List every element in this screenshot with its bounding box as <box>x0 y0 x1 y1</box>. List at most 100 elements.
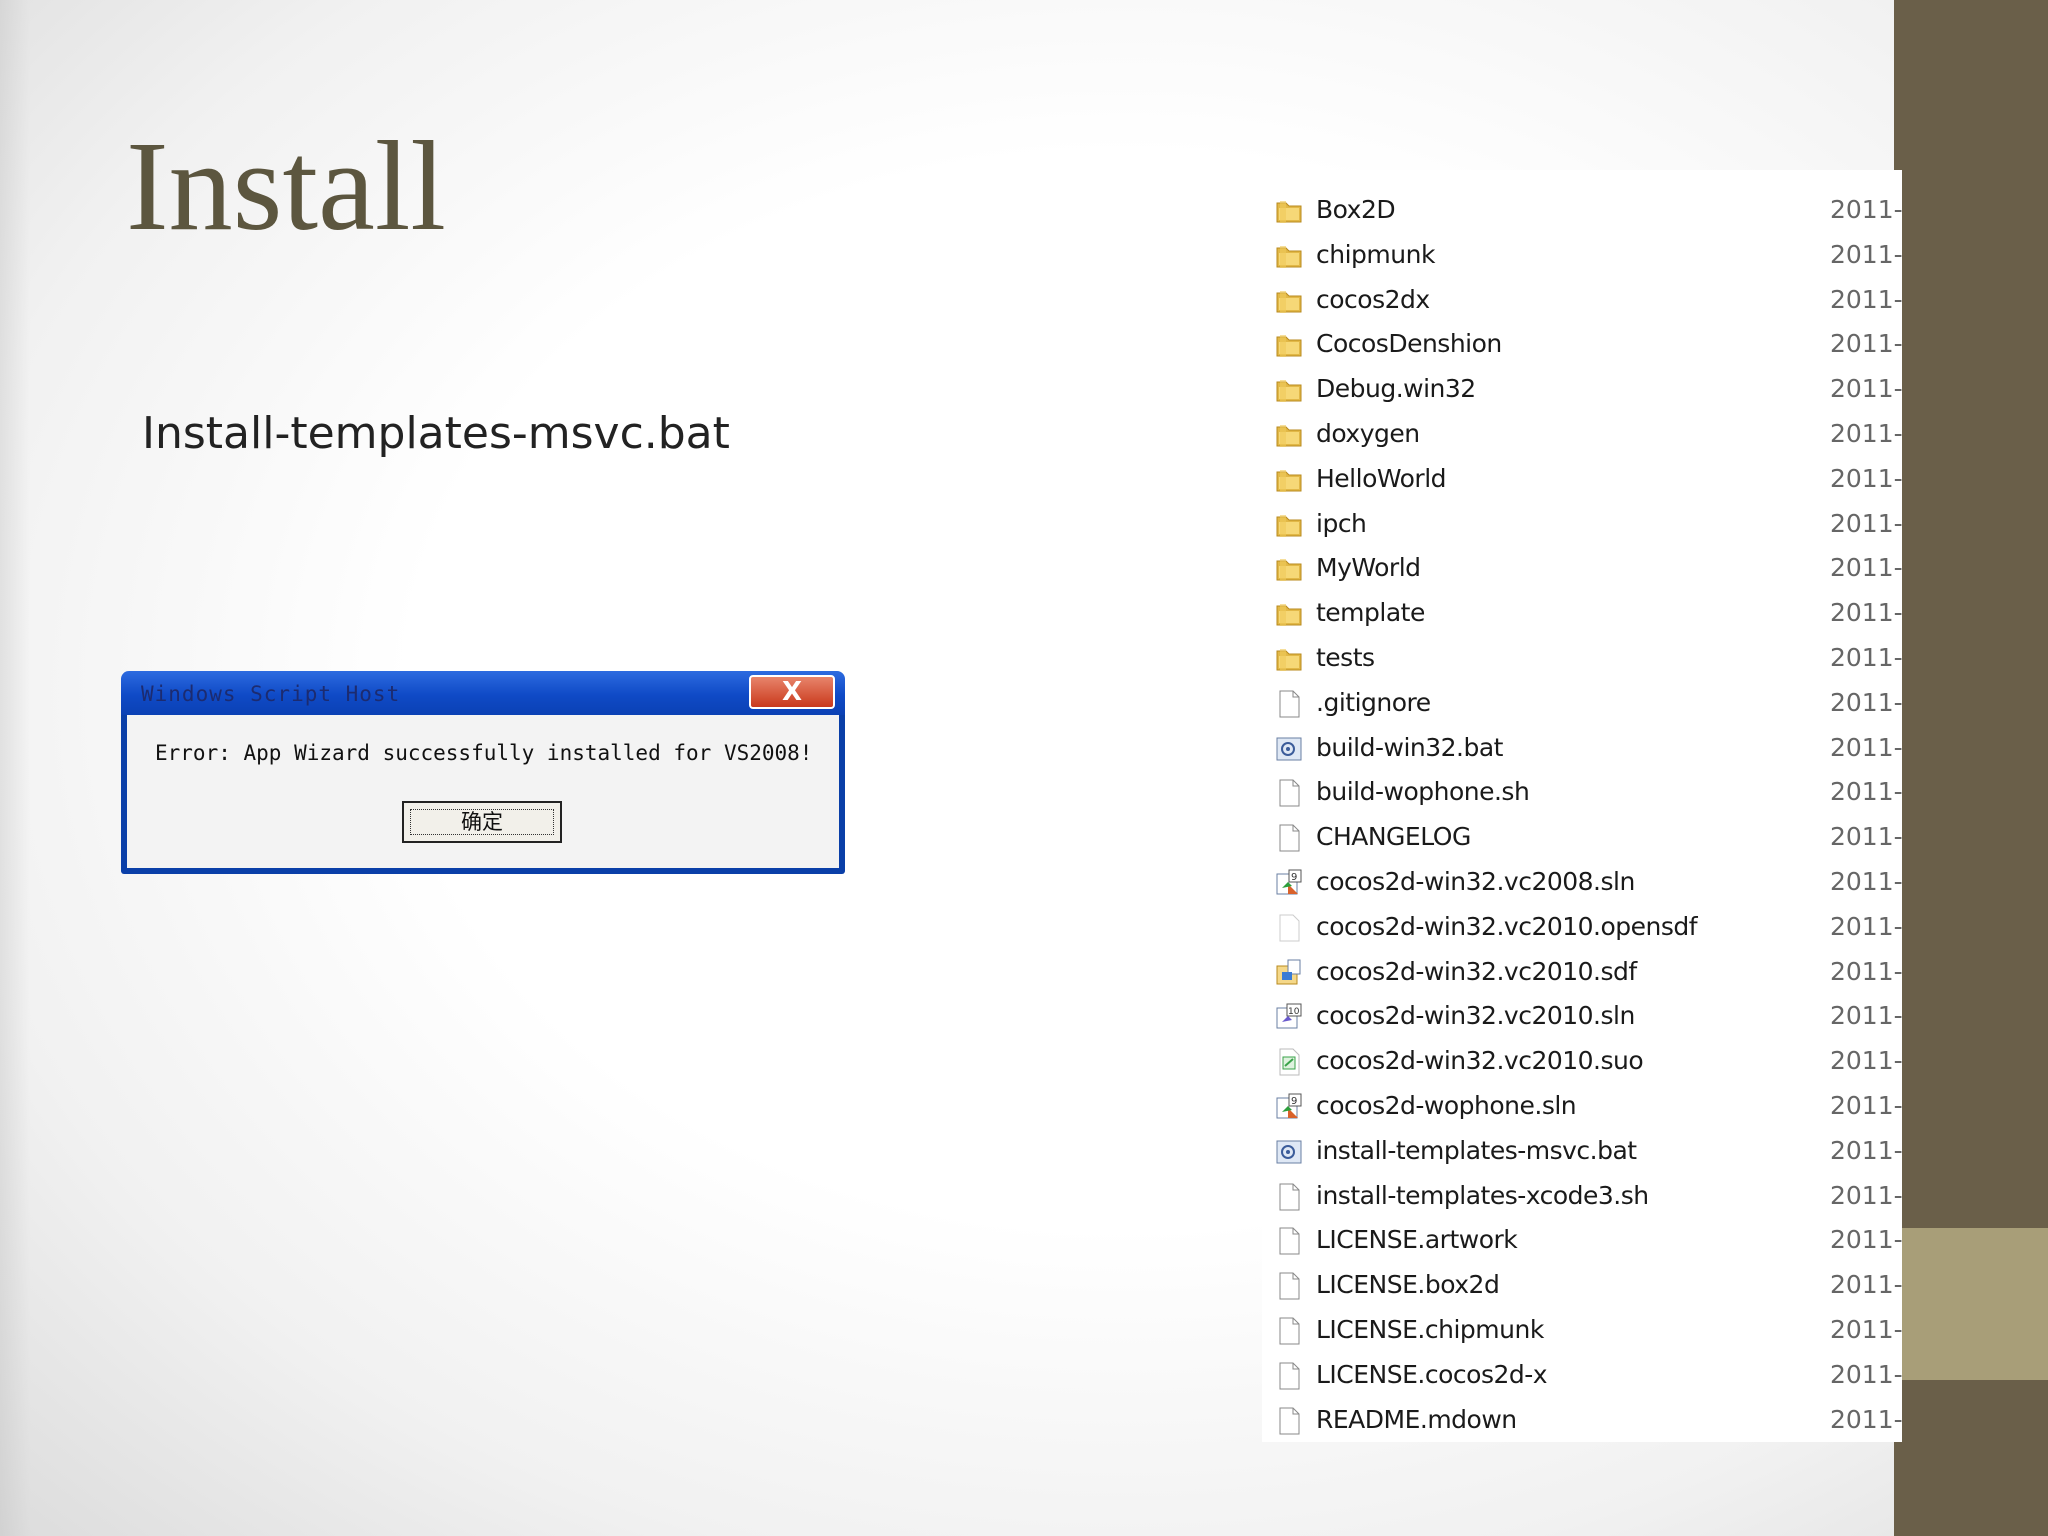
file-name: build-wophone.sh <box>1316 777 1530 807</box>
file-name: install-templates-msvc.bat <box>1316 1135 1637 1165</box>
dialog-title: Windows Script Host <box>141 682 401 706</box>
file-row[interactable]: install-templates-xcode3.sh 2011- <box>1262 1174 1902 1218</box>
file-name: cocos2d-win32.vc2010.sdf <box>1316 956 1637 986</box>
slide-subtitle: Install-templates-msvc.bat <box>142 408 730 459</box>
file-row[interactable]: 9 cocos2d-win32.vc2008.sln 2011- <box>1262 860 1902 904</box>
file-row[interactable]: .gitignore 2011- <box>1262 681 1902 725</box>
file-icon <box>1274 778 1304 808</box>
folder-icon <box>1274 465 1304 495</box>
file-row[interactable]: HelloWorld 2011- <box>1262 457 1902 501</box>
file-name: cocos2d-win32.vc2010.suo <box>1316 1046 1644 1076</box>
svg-text:9: 9 <box>1291 872 1297 883</box>
file-row[interactable]: LICENSE.artwork 2011- <box>1262 1218 1902 1262</box>
file-date: 2011- <box>1830 195 1902 224</box>
file-icon <box>1274 1316 1304 1346</box>
file-row[interactable]: install-templates-msvc.bat 2011- <box>1262 1129 1902 1173</box>
folder-icon <box>1274 599 1304 629</box>
file-date: 2011- <box>1830 822 1902 852</box>
file-name: ipch <box>1316 508 1367 538</box>
folder-icon <box>1274 196 1304 226</box>
blank-file-icon <box>1274 913 1304 943</box>
vs2008-solution-icon: 9 <box>1274 868 1304 898</box>
file-name: LICENSE.box2d <box>1316 1270 1500 1300</box>
ok-button-focus-ring <box>410 809 554 835</box>
file-row[interactable]: CocosDenshion 2011- <box>1262 322 1902 366</box>
file-name: Box2D <box>1316 195 1396 224</box>
svg-text:9: 9 <box>1291 1096 1297 1107</box>
file-date: 2011- <box>1830 1315 1902 1344</box>
close-icon: X <box>781 677 803 707</box>
folder-icon <box>1274 286 1304 316</box>
file-icon <box>1274 1271 1304 1301</box>
file-row[interactable]: ipch 2011- <box>1262 502 1902 546</box>
vs2010-solution-icon: 10 <box>1274 1002 1304 1032</box>
file-row[interactable]: README.mdown 2011- <box>1262 1398 1902 1442</box>
file-date: 2011- <box>1830 329 1902 359</box>
file-row[interactable]: cocos2dx 2011- <box>1262 278 1902 322</box>
file-row[interactable]: CHANGELOG 2011- <box>1262 815 1902 859</box>
file-date: 2011- <box>1830 867 1902 896</box>
svg-text:10: 10 <box>1288 1007 1300 1017</box>
file-row[interactable]: cocos2d-win32.vc2010.suo 2011- <box>1262 1039 1902 1083</box>
file-name: template <box>1316 598 1425 628</box>
file-row[interactable]: cocos2d-win32.vc2010.sdf 2011- <box>1262 950 1902 994</box>
file-icon <box>1274 1226 1304 1256</box>
file-row[interactable]: chipmunk 2011- <box>1262 233 1902 277</box>
file-row[interactable]: LICENSE.box2d 2011- <box>1262 1263 1902 1307</box>
file-row[interactable]: doxygen 2011- <box>1262 412 1902 456</box>
file-name: HelloWorld <box>1316 463 1447 493</box>
file-row[interactable]: template 2011- <box>1262 591 1902 635</box>
suo-file-icon <box>1274 1047 1304 1077</box>
file-row[interactable]: Debug.win32 2011- <box>1262 367 1902 411</box>
file-name: CHANGELOG <box>1316 822 1471 852</box>
dialog-titlebar[interactable]: Windows Script Host X <box>121 671 845 715</box>
file-date: 2011- <box>1830 463 1902 493</box>
file-date: 2011- <box>1830 508 1902 538</box>
file-row[interactable]: build-wophone.sh 2011- <box>1262 770 1902 814</box>
dialog-close-button[interactable]: X <box>749 675 835 709</box>
file-name: cocos2dx <box>1316 284 1430 314</box>
file-name: cocos2d-win32.vc2008.sln <box>1316 867 1635 896</box>
folder-icon <box>1274 510 1304 540</box>
file-date: 2011- <box>1830 732 1902 762</box>
folder-icon <box>1274 330 1304 360</box>
file-date: 2011- <box>1830 1270 1902 1300</box>
file-row[interactable]: cocos2d-win32.vc2010.opensdf 2011- <box>1262 905 1902 949</box>
file-date: 2011- <box>1830 1001 1902 1031</box>
file-date: 2011- <box>1830 419 1902 448</box>
file-icon <box>1274 689 1304 719</box>
script-host-dialog: Windows Script Host X Error: App Wizard … <box>121 671 845 874</box>
file-icon <box>1274 1406 1304 1436</box>
ok-button[interactable]: 确定 <box>402 801 562 843</box>
background-shade <box>0 0 30 1536</box>
folder-icon <box>1274 420 1304 450</box>
file-row[interactable]: LICENSE.cocos2d-x 2011- <box>1262 1353 1902 1397</box>
file-name: LICENSE.chipmunk <box>1316 1315 1544 1344</box>
file-row[interactable]: LICENSE.chipmunk 2011- <box>1262 1308 1902 1352</box>
folder-icon <box>1274 241 1304 271</box>
file-date: 2011- <box>1830 1046 1902 1076</box>
file-row[interactable]: Box2D 2011- <box>1262 188 1902 232</box>
file-date: 2011- <box>1830 284 1902 314</box>
file-row[interactable]: 10 cocos2d-win32.vc2010.sln 2011- <box>1262 994 1902 1038</box>
batch-file-icon <box>1274 734 1304 764</box>
file-row[interactable]: 9 cocos2d-wophone.sln 2011- <box>1262 1084 1902 1128</box>
file-date: 2011- <box>1830 1135 1902 1165</box>
file-name: README.mdown <box>1316 1404 1517 1434</box>
folder-icon <box>1274 375 1304 405</box>
file-date: 2011- <box>1830 956 1902 986</box>
file-name: build-win32.bat <box>1316 732 1503 762</box>
file-date: 2011- <box>1830 598 1902 628</box>
file-date: 2011- <box>1830 1404 1902 1434</box>
file-date: 2011- <box>1830 1180 1902 1210</box>
dialog-body: Error: App Wizard successfully installed… <box>127 715 839 868</box>
file-row[interactable]: build-win32.bat 2011- <box>1262 726 1902 770</box>
file-name: doxygen <box>1316 419 1420 448</box>
file-date: 2011- <box>1830 1359 1902 1389</box>
file-row[interactable]: tests 2011- <box>1262 636 1902 680</box>
slide-title: Install <box>126 115 446 257</box>
folder-icon <box>1274 644 1304 674</box>
file-row[interactable]: MyWorld 2011- <box>1262 546 1902 590</box>
file-date: 2011- <box>1830 911 1902 941</box>
file-date: 2011- <box>1830 1091 1902 1120</box>
